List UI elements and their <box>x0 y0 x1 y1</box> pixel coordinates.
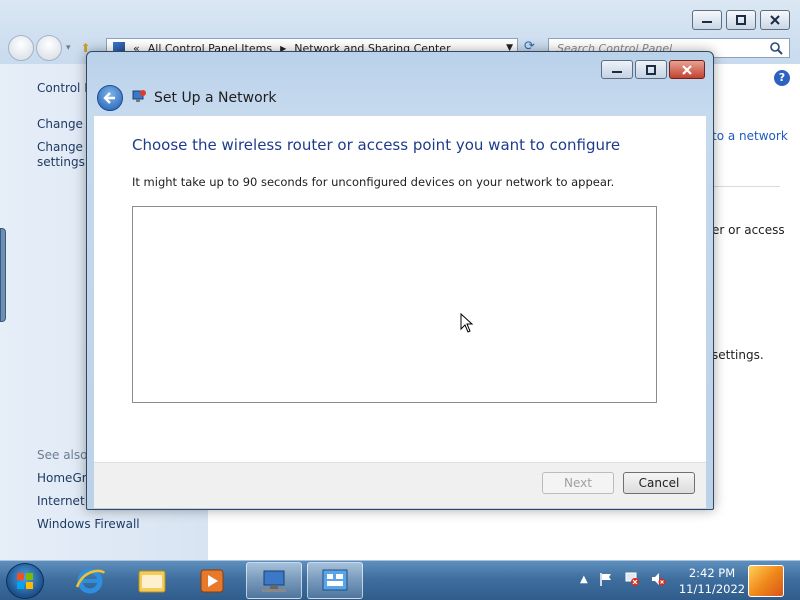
internet-explorer-icon <box>75 568 106 593</box>
minimize-icon <box>612 70 622 73</box>
clock-date: 11/11/2022 <box>678 582 746 596</box>
control-panel-icon <box>322 569 348 590</box>
clock-time: 2:42 PM <box>688 566 736 580</box>
dialog-maximize-button[interactable] <box>635 60 667 79</box>
maximize-button[interactable] <box>726 10 756 30</box>
start-button[interactable] <box>6 563 44 599</box>
search-icon[interactable] <box>769 41 783 55</box>
close-icon <box>770 15 780 25</box>
taskbar: ▲ 2:42 PM 11/11/2022 <box>0 560 800 600</box>
taskbar-internet-explorer[interactable] <box>62 562 118 599</box>
windows-explorer-icon <box>138 570 166 592</box>
system-clock[interactable]: 2:42 PM 11/11/2022 <box>672 565 752 597</box>
dialog-back-button[interactable] <box>97 85 123 111</box>
user-picture-show-desktop[interactable] <box>748 565 784 597</box>
dialog-description: It might take up to 90 seconds for uncon… <box>132 175 615 189</box>
section-divider <box>712 186 780 187</box>
help-icon[interactable]: ? <box>774 70 790 86</box>
router-access-text: er or access <box>712 223 785 237</box>
dialog-close-button[interactable] <box>669 60 705 79</box>
maximize-icon <box>646 64 656 75</box>
close-icon <box>682 64 692 75</box>
windows-logo-icon <box>17 573 33 589</box>
notification-area: ▲ <box>580 571 666 587</box>
volume-muted-icon[interactable] <box>650 571 666 587</box>
media-player-icon <box>200 569 224 592</box>
taskbar-media-player[interactable] <box>184 562 240 599</box>
dialog-minimize-button[interactable] <box>601 60 633 79</box>
window-controls <box>692 10 790 30</box>
connect-to-network-link[interactable]: to a network <box>712 129 788 143</box>
taskbar-windows-explorer[interactable] <box>124 562 180 599</box>
cancel-button[interactable]: Cancel <box>623 472 695 494</box>
minimize-icon <box>702 21 712 23</box>
sidebar-link-change-advanced-line2[interactable]: settings <box>37 155 85 169</box>
close-button[interactable] <box>760 10 790 30</box>
taskbar-control-panel[interactable] <box>307 562 363 599</box>
minimize-button[interactable] <box>692 10 722 30</box>
restore-icon <box>736 15 746 25</box>
device-list[interactable] <box>132 206 657 403</box>
network-setup-icon <box>132 90 146 102</box>
dialog-title: Set Up a Network <box>154 90 277 106</box>
navigation-buttons: ▾ ⬆ <box>8 35 91 61</box>
mouse-cursor-icon <box>460 313 474 333</box>
see-also-heading: See also <box>37 448 88 462</box>
dialog-footer: Next Cancel <box>94 462 706 508</box>
sidebar-link-windows-firewall[interactable]: Windows Firewall <box>37 517 140 531</box>
setup-network-dialog: Set Up a Network Choose the wireless rou… <box>86 51 714 510</box>
forward-nav-button[interactable] <box>36 35 62 61</box>
action-center-flag-icon[interactable] <box>598 571 614 587</box>
show-hidden-icons-icon[interactable]: ▲ <box>580 574 588 585</box>
dialog-body: Choose the wireless router or access poi… <box>94 116 706 462</box>
next-button[interactable]: Next <box>542 472 614 494</box>
recent-pages-dropdown-icon[interactable]: ▾ <box>66 43 71 53</box>
settings-text: settings. <box>712 348 764 362</box>
sidebar-link-control-panel-home[interactable]: Control P <box>37 81 91 95</box>
taskbar-network-center[interactable] <box>246 562 302 599</box>
dialog-window-controls <box>601 60 705 79</box>
dialog-heading: Choose the wireless router or access poi… <box>132 136 621 154</box>
network-status-icon[interactable] <box>624 571 640 587</box>
back-nav-button[interactable] <box>8 35 34 61</box>
collapsed-side-panel[interactable] <box>0 228 6 322</box>
network-setup-icon <box>262 570 286 592</box>
back-arrow-icon <box>103 92 115 104</box>
